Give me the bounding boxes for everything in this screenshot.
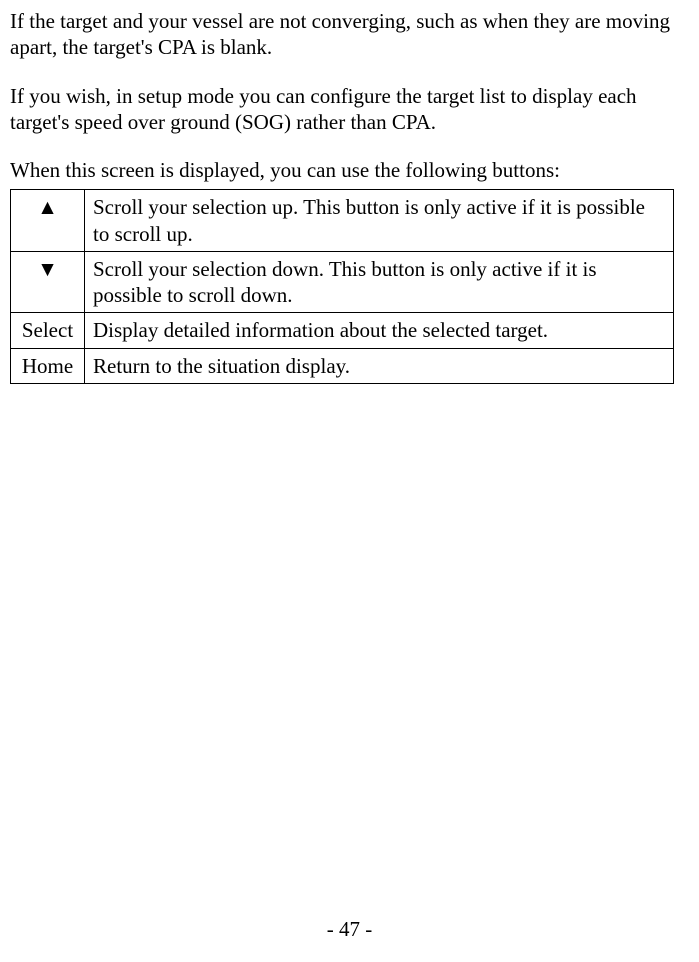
paragraph-cpa-blank: If the target and your vessel are not co… bbox=[10, 8, 689, 61]
table-row: Select Display detailed information abou… bbox=[11, 313, 674, 348]
paragraph-setup-sog: If you wish, in setup mode you can confi… bbox=[10, 83, 689, 136]
button-reference-table: ▲ Scroll your selection up. This button … bbox=[10, 189, 674, 384]
paragraph-buttons-intro: When this screen is displayed, you can u… bbox=[10, 157, 689, 183]
button-desc-down: Scroll your selection down. This button … bbox=[85, 251, 674, 313]
table-row: Home Return to the situation display. bbox=[11, 348, 674, 383]
table-row: ▼ Scroll your selection down. This butto… bbox=[11, 251, 674, 313]
button-key-up: ▲ bbox=[11, 190, 85, 252]
button-desc-home: Return to the situation display. bbox=[85, 348, 674, 383]
button-desc-up: Scroll your selection up. This button is… bbox=[85, 190, 674, 252]
button-desc-select: Display detailed information about the s… bbox=[85, 313, 674, 348]
page-number: - 47 - bbox=[0, 916, 699, 942]
button-key-home: Home bbox=[11, 348, 85, 383]
button-key-select: Select bbox=[11, 313, 85, 348]
table-row: ▲ Scroll your selection up. This button … bbox=[11, 190, 674, 252]
button-key-down: ▼ bbox=[11, 251, 85, 313]
